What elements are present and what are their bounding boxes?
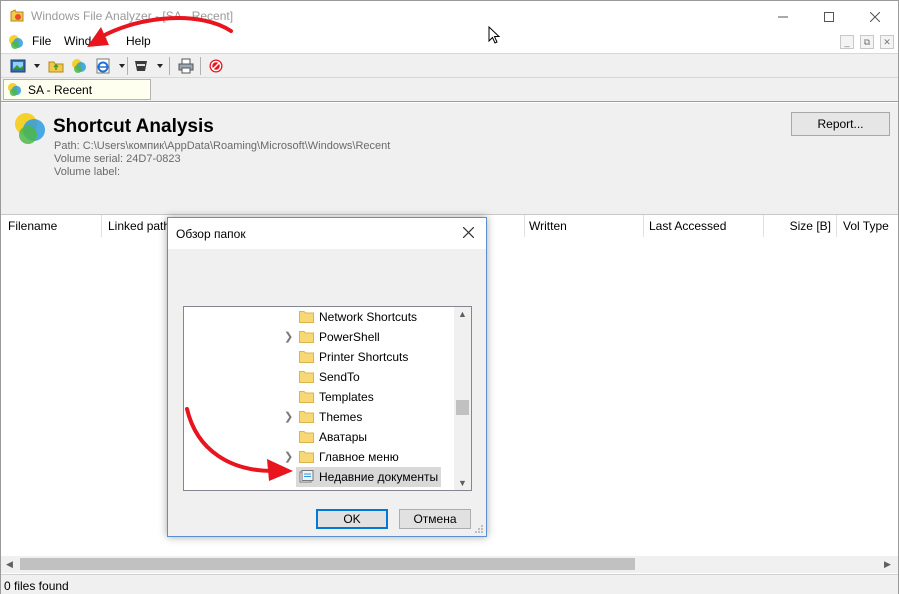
shortcut-analysis-icon: [15, 113, 45, 144]
tree-item-label: Printer Shortcuts: [319, 350, 409, 364]
report-button[interactable]: Report...: [791, 112, 890, 136]
ok-button[interactable]: OK: [316, 509, 388, 529]
ie-icon[interactable]: [95, 58, 111, 74]
picture-dropdown-icon[interactable]: [34, 64, 40, 68]
tree-item[interactable]: Network Shortcuts: [184, 307, 454, 327]
tree-item-label: Themes: [319, 410, 363, 424]
document-tab[interactable]: SA - Recent: [3, 79, 151, 100]
tree-item-label: Недавние документы: [319, 470, 439, 484]
maximize-button[interactable]: [806, 1, 852, 32]
shortcut-analysis-icon: [7, 82, 22, 97]
tree-item[interactable]: Аватары: [184, 427, 454, 447]
recycle-folder-icon[interactable]: [48, 58, 64, 74]
toolbar-separator: [200, 57, 201, 75]
cancel-button[interactable]: Отмена: [399, 509, 471, 529]
ninja-icon[interactable]: [133, 58, 149, 74]
dialog-close-button[interactable]: [458, 223, 478, 243]
tree-item-label: Templates: [319, 390, 374, 404]
document-tab-row: SA - Recent: [1, 78, 898, 102]
mouse-cursor-icon: [488, 26, 500, 44]
menu-file[interactable]: File: [32, 34, 51, 48]
app-folder-icon: [10, 9, 24, 22]
close-icon: [870, 11, 880, 22]
volume-serial-text: Volume serial: 24D7-0823: [54, 153, 181, 165]
menu-window[interactable]: Window: [64, 34, 107, 48]
scroll-up-icon[interactable]: ▲: [458, 309, 467, 319]
folder-icon: [299, 431, 314, 443]
path-text: Path: C:\Users\компик\AppData\Roaming\Mi…: [54, 140, 391, 152]
tree-item-label: Аватары: [319, 430, 367, 444]
mdi-restore-button[interactable]: ⧉: [860, 35, 874, 49]
stop-icon[interactable]: [208, 58, 224, 74]
page-title: Shortcut Analysis: [53, 116, 214, 137]
tree-item[interactable]: SendTo: [184, 367, 454, 387]
folder-icon: [299, 351, 314, 363]
status-text: 0 files found: [4, 579, 69, 593]
tree-item[interactable]: ❯ Главное меню: [184, 447, 454, 467]
minimize-button[interactable]: [760, 1, 806, 32]
tree-vertical-scrollbar[interactable]: ▲ ▼: [454, 307, 471, 490]
minimize-icon: [778, 16, 788, 17]
document-tab-label: SA - Recent: [28, 83, 93, 97]
column-last-accessed[interactable]: Last Accessed: [644, 215, 764, 237]
scroll-down-icon[interactable]: ▼: [458, 478, 467, 488]
title-bar[interactable]: Windows File Analyzer - [SA - Recent]: [1, 1, 898, 32]
toolbar: [1, 53, 898, 78]
folder-icon: [299, 311, 314, 323]
tree-item-label: SendTo: [319, 370, 360, 384]
menu-bar: File Window Help _ ⧉ ✕: [1, 32, 898, 52]
tree-item-label: Главное меню: [319, 450, 399, 464]
analysis-header: Shortcut Analysis Path: C:\Users\компик\…: [1, 103, 898, 214]
tree-scrollbar-thumb[interactable]: [456, 400, 469, 415]
chevron-right-icon[interactable]: ❯: [284, 330, 293, 343]
resize-grip-icon[interactable]: [474, 524, 484, 534]
chevron-right-icon[interactable]: ❯: [284, 410, 293, 423]
mdi-controls: _ ⧉ ✕: [840, 35, 894, 49]
folder-icon: [299, 391, 314, 403]
dialog-title-bar[interactable]: Обзор папок: [168, 218, 486, 249]
mdi-close-button[interactable]: ✕: [880, 35, 894, 49]
volume-label-text: Volume label:: [54, 166, 121, 178]
print-icon[interactable]: [178, 58, 194, 74]
picture-icon[interactable]: [10, 58, 26, 74]
toolbar-separator: [127, 57, 128, 75]
app-window: Windows File Analyzer - [SA - Recent] Fi…: [0, 0, 899, 594]
browse-folder-dialog: Обзор папок Network Shortcuts ❯ PowerShell…: [167, 217, 487, 537]
close-icon: [462, 226, 474, 239]
recent-documents-icon: [299, 470, 314, 483]
status-bar: 0 files found: [1, 574, 898, 594]
window-title: Windows File Analyzer - [SA - Recent]: [31, 9, 234, 23]
tree-item-label: Network Shortcuts: [319, 310, 418, 324]
tree-item[interactable]: ❯ Themes: [184, 407, 454, 427]
maximize-icon: [824, 11, 834, 22]
folder-tree[interactable]: Network Shortcuts ❯ PowerShell Printer Shor…: [183, 306, 472, 491]
tree-item[interactable]: Templates: [184, 387, 454, 407]
tree-item[interactable]: ❯ PowerShell: [184, 327, 454, 347]
scroll-right-icon[interactable]: ▶: [884, 559, 891, 570]
scroll-left-icon[interactable]: ◀: [6, 559, 13, 570]
folder-icon: [299, 451, 314, 463]
mdi-minimize-button[interactable]: _: [840, 35, 854, 49]
column-written[interactable]: Written: [525, 215, 644, 237]
menu-help[interactable]: Help: [126, 34, 151, 48]
shortcut-analysis-icon[interactable]: [71, 58, 87, 74]
tree-item-label: PowerShell: [319, 330, 380, 344]
analysis-logo-icon[interactable]: [8, 34, 24, 50]
tree-item[interactable]: Printer Shortcuts: [184, 347, 454, 367]
toolbar-separator: [169, 57, 170, 75]
folder-icon: [299, 331, 314, 343]
folder-icon: [299, 411, 314, 423]
scrollbar-thumb[interactable]: [20, 558, 635, 570]
chevron-right-icon[interactable]: ❯: [284, 450, 293, 463]
tree-item[interactable]: Недавние документы: [184, 467, 454, 487]
ninja-dropdown-icon[interactable]: [157, 64, 163, 68]
ie-dropdown-icon[interactable]: [119, 64, 125, 68]
column-filename[interactable]: Filename: [1, 215, 102, 237]
horizontal-scrollbar[interactable]: ◀ ▶: [1, 556, 898, 573]
column-size[interactable]: Size [B]: [764, 215, 837, 237]
folder-icon: [299, 371, 314, 383]
dialog-title: Обзор папок: [176, 227, 246, 241]
close-button[interactable]: [852, 1, 898, 32]
column-vol-type[interactable]: Vol Type: [837, 215, 898, 237]
